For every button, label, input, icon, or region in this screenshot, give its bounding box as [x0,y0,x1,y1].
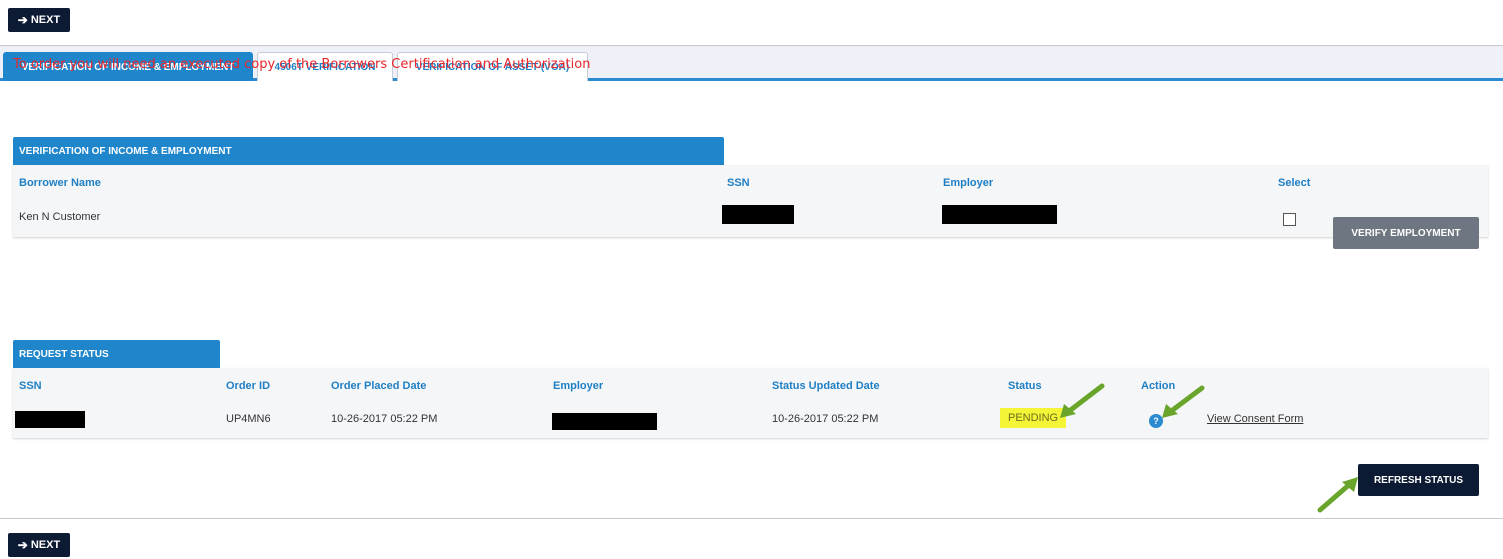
next-button-label: NEXT [30,14,61,26]
col-ssn: SSN [19,380,42,392]
voie-section-header: VERIFICATION OF INCOME & EMPLOYMENT [13,137,724,165]
next-button-label: NEXT [30,539,61,551]
col-employer: Employer [943,177,994,189]
verification-panel: VERIFICATION OF INCOME & EMPLOYMENT 4506… [0,45,1503,519]
info-icon[interactable]: ? [1149,414,1163,428]
request-status-header: REQUEST STATUS [13,340,220,368]
arrow-right-icon: ➔ [17,538,28,552]
col-order-id: Order ID [226,380,271,392]
borrower-name-value: Ken N Customer [19,211,101,223]
col-ssn: SSN [727,177,750,189]
employer-redacted [942,205,1057,224]
view-consent-form-link[interactable]: View Consent Form [1207,413,1303,425]
employer-redacted [552,413,657,430]
voie-table [13,165,1488,237]
status-badge: PENDING [1000,408,1067,428]
request-status-title: REQUEST STATUS [19,348,109,360]
order-placed-date-value: 10-26-2017 05:22 PM [331,413,438,425]
verify-employment-button[interactable]: VERIFY EMPLOYMENT [1333,217,1479,249]
verify-employment-label: VERIFY EMPLOYMENT [1351,227,1461,239]
order-id-value: UP4MN6 [226,413,271,425]
col-action: Action [1141,380,1176,392]
status-value: PENDING [1008,412,1059,424]
col-order-placed-date: Order Placed Date [331,380,427,392]
col-select: Select [1278,177,1311,189]
col-employer: Employer [553,380,604,392]
col-status: Status [1008,380,1042,392]
arrow-right-icon: ➔ [17,13,28,27]
col-borrower-name: Borrower Name [19,177,101,189]
select-borrower-checkbox[interactable] [1283,213,1296,226]
authorization-notice: To order you will need an executed copy … [13,57,591,72]
voie-section-title: VERIFICATION OF INCOME & EMPLOYMENT [19,145,232,157]
next-button-top[interactable]: ➔ NEXT [8,8,70,32]
ssn-redacted [15,411,85,428]
request-status-table [13,368,1488,438]
col-status-updated-date: Status Updated Date [772,380,880,392]
status-updated-date-value: 10-26-2017 05:22 PM [772,413,879,425]
ssn-redacted [722,205,794,224]
refresh-status-label: REFRESH STATUS [1373,474,1464,486]
refresh-status-button[interactable]: REFRESH STATUS [1358,464,1479,496]
next-button-bottom[interactable]: ➔ NEXT [8,533,70,557]
